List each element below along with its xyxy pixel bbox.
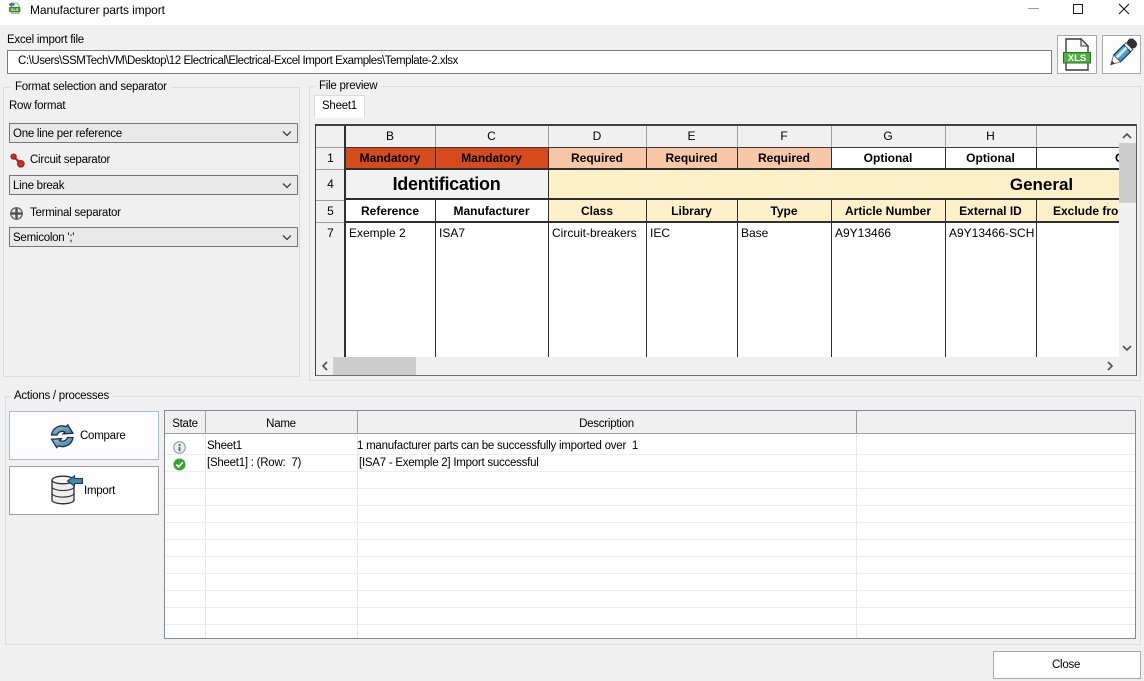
svg-text:XLS: XLS xyxy=(1068,53,1086,64)
svg-text:XLS: XLS xyxy=(11,7,19,12)
